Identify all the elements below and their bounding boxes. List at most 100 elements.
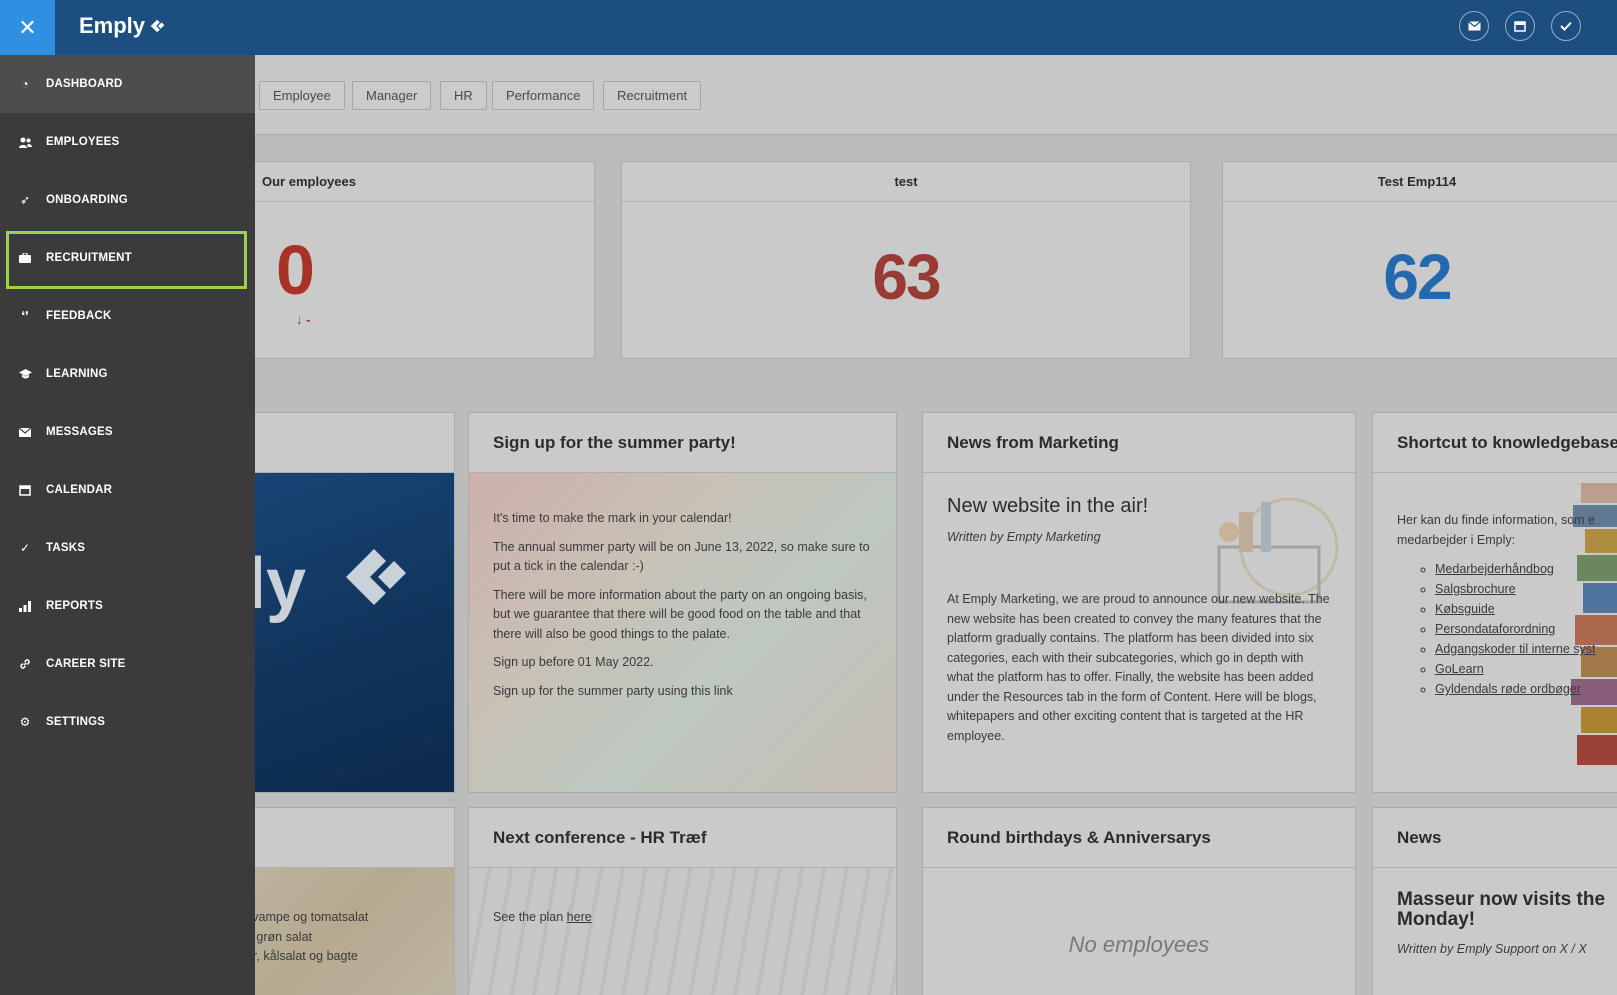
tasks-button[interactable] bbox=[1551, 11, 1581, 41]
knowledge-body: Her kan du finde information, som e meda… bbox=[1373, 473, 1617, 792]
card-knowledgebase[interactable]: Shortcut to knowledgebase Her kan du fin… bbox=[1372, 412, 1617, 793]
sidebar-item-reports[interactable]: REPORTS bbox=[0, 577, 255, 635]
no-employees-text: No employees bbox=[1068, 932, 1210, 957]
sidebar-item-dashboard[interactable]: ◔ DASHBOARD bbox=[0, 55, 255, 113]
sidebar-item-calendar[interactable]: CALENDAR bbox=[0, 461, 255, 519]
birthdays-body: No employees bbox=[923, 868, 1355, 995]
sidebar-item-label: CALENDAR bbox=[46, 484, 113, 496]
sidebar-item-learning[interactable]: LEARNING bbox=[0, 345, 255, 403]
sidebar-item-career-site[interactable]: CAREER SITE bbox=[0, 635, 255, 693]
sidebar-item-feedback[interactable]: ❛❜ FEEDBACK bbox=[0, 287, 255, 345]
marketing-text: At Emply Marketing, we are proud to anno… bbox=[947, 592, 1330, 743]
kpi-test[interactable]: test 63 bbox=[621, 161, 1191, 359]
sidebar: ◔ DASHBOARD EMPLOYEES ➶ ONBOARDING RECRU… bbox=[0, 55, 255, 995]
card-welcome[interactable]: t ly bbox=[255, 412, 455, 793]
briefcase-icon bbox=[18, 251, 32, 265]
logo-text: Emply bbox=[79, 13, 146, 38]
marketing-byline: Written by Empty Marketing bbox=[947, 530, 1101, 544]
kpi-test-emp114[interactable]: Test Emp114 62 bbox=[1222, 161, 1617, 359]
sidebar-item-label: REPORTS bbox=[46, 600, 103, 612]
calendar-button[interactable] bbox=[1505, 11, 1535, 41]
sidebar-item-settings[interactable]: ⚙ SETTINGS bbox=[0, 693, 255, 751]
marketing-headline: New website in the air! bbox=[947, 495, 1149, 517]
kpi-value: 62 bbox=[1383, 241, 1452, 313]
card-conference[interactable]: Next conference - HR Træf See the plan h… bbox=[468, 807, 897, 995]
sidebar-item-label: FEEDBACK bbox=[46, 310, 112, 322]
rocket-icon: ➶ bbox=[19, 193, 31, 207]
emply-mark-icon bbox=[346, 549, 406, 605]
card-title: Next conference - HR Træf bbox=[469, 808, 896, 868]
kpi-trend: ↓ - bbox=[296, 312, 311, 327]
sidebar-item-employees[interactable]: EMPLOYEES bbox=[0, 113, 255, 171]
employees-icon bbox=[18, 135, 32, 149]
news-body: Masseur now visits the Monday! Written b… bbox=[1373, 868, 1617, 995]
card-title: t bbox=[255, 413, 454, 473]
marketing-body: New website in the air! Written by Empty… bbox=[923, 473, 1355, 792]
dashboard-icon: ◔ bbox=[21, 77, 29, 91]
card-news-marketing[interactable]: News from Marketing New website in the a… bbox=[922, 412, 1356, 793]
sidebar-item-label: DASHBOARD bbox=[46, 78, 123, 90]
card-news[interactable]: News Masseur now visits the Monday! Writ… bbox=[1372, 807, 1617, 995]
bar-chart-icon bbox=[18, 599, 32, 613]
card-title: Shortcut to knowledgebase bbox=[1373, 413, 1617, 473]
summer-signup-link[interactable]: Sign up for the summer party using this … bbox=[493, 682, 872, 702]
sidebar-item-recruitment[interactable]: RECRUITMENT bbox=[0, 229, 255, 287]
card-title: Round birthdays & Anniversarys bbox=[923, 808, 1355, 868]
emply-banner: ly bbox=[255, 473, 454, 792]
sidebar-item-label: LEARNING bbox=[46, 368, 108, 380]
mail-icon bbox=[18, 425, 32, 439]
link-golearn[interactable]: GoLearn bbox=[1435, 659, 1617, 679]
conference-plan-link[interactable]: here bbox=[567, 910, 592, 924]
mail-icon bbox=[1467, 21, 1481, 31]
card-lunch[interactable]: svampe og tomatsalat d grøn salat er, kå… bbox=[255, 807, 455, 995]
card-title: News bbox=[1373, 808, 1617, 868]
summer-party-body: It's time to make the mark in your calen… bbox=[469, 473, 896, 792]
mail-button[interactable] bbox=[1459, 11, 1489, 41]
link-salgsbrochure[interactable]: Salgsbrochure bbox=[1435, 579, 1617, 599]
kpi-value: 63 bbox=[872, 241, 941, 313]
close-icon: ✕ bbox=[18, 14, 37, 40]
summer-p3: There will be more information about the… bbox=[493, 587, 867, 641]
filter-performance[interactable]: Performance bbox=[492, 81, 595, 110]
link-icon bbox=[18, 657, 32, 671]
summer-p1: It's time to make the mark in your calen… bbox=[493, 511, 732, 525]
conference-text: See the plan bbox=[493, 910, 567, 924]
close-menu-button[interactable]: ✕ bbox=[0, 0, 55, 55]
dashboard-content: Employee Manager HR Performance Recruitm… bbox=[255, 55, 1617, 995]
filter-manager[interactable]: Manager bbox=[352, 81, 432, 110]
link-medarbejderhandbog[interactable]: Medarbejderhåndbog bbox=[1435, 559, 1617, 579]
emply-logo[interactable]: Emply bbox=[79, 13, 167, 39]
filter-hr[interactable]: HR bbox=[440, 81, 487, 110]
card-title bbox=[255, 808, 454, 868]
card-summer-party[interactable]: Sign up for the summer party! It's time … bbox=[468, 412, 897, 793]
sidebar-item-onboarding[interactable]: ➶ ONBOARDING bbox=[0, 171, 255, 229]
filter-recruitment[interactable]: Recruitment bbox=[603, 81, 702, 110]
link-persondataforordning[interactable]: Persondataforordning bbox=[1435, 619, 1617, 639]
check-icon: ✓ bbox=[19, 541, 31, 555]
kpi-title: Test Emp114 bbox=[1223, 162, 1617, 202]
knowledge-intro: Her kan du finde information, som e meda… bbox=[1397, 513, 1596, 547]
lunch-line-2: d grøn salat bbox=[255, 929, 313, 944]
kpi-value: 0 bbox=[276, 231, 315, 309]
summer-p4: Sign up before 01 May 2022. bbox=[493, 655, 654, 669]
kpi-our-employees[interactable]: Our employees 0 ↓ - bbox=[255, 161, 595, 359]
emply-logo-image: ly bbox=[255, 544, 307, 624]
link-gyldendals[interactable]: Gyldendals røde ordbøger bbox=[1435, 679, 1617, 699]
feedback-icon: ❛❜ bbox=[21, 309, 29, 323]
lunch-line-1: svampe og tomatsalat bbox=[255, 910, 369, 924]
sidebar-item-tasks[interactable]: ✓ TASKS bbox=[0, 519, 255, 577]
card-title: Sign up for the summer party! bbox=[469, 413, 896, 473]
calendar-icon bbox=[1514, 21, 1526, 32]
link-adgangskoder[interactable]: Adgangskoder til interne syst bbox=[1435, 639, 1617, 659]
filter-employee[interactable]: Employee bbox=[259, 81, 345, 110]
logo-mark-icon bbox=[150, 19, 165, 33]
sidebar-item-label: SETTINGS bbox=[46, 716, 106, 728]
kpi-title: test bbox=[622, 162, 1190, 202]
sidebar-item-messages[interactable]: MESSAGES bbox=[0, 403, 255, 461]
link-kobsguide[interactable]: Købsguide bbox=[1435, 599, 1617, 619]
top-bar: ✕ Emply bbox=[0, 0, 1617, 55]
sidebar-item-label: CAREER SITE bbox=[46, 658, 126, 670]
card-birthdays[interactable]: Round birthdays & Anniversarys No employ… bbox=[922, 807, 1356, 995]
lunch-line-3: er, kålsalat og bagte bbox=[255, 949, 358, 963]
kpi-title: Our employees bbox=[255, 162, 594, 202]
